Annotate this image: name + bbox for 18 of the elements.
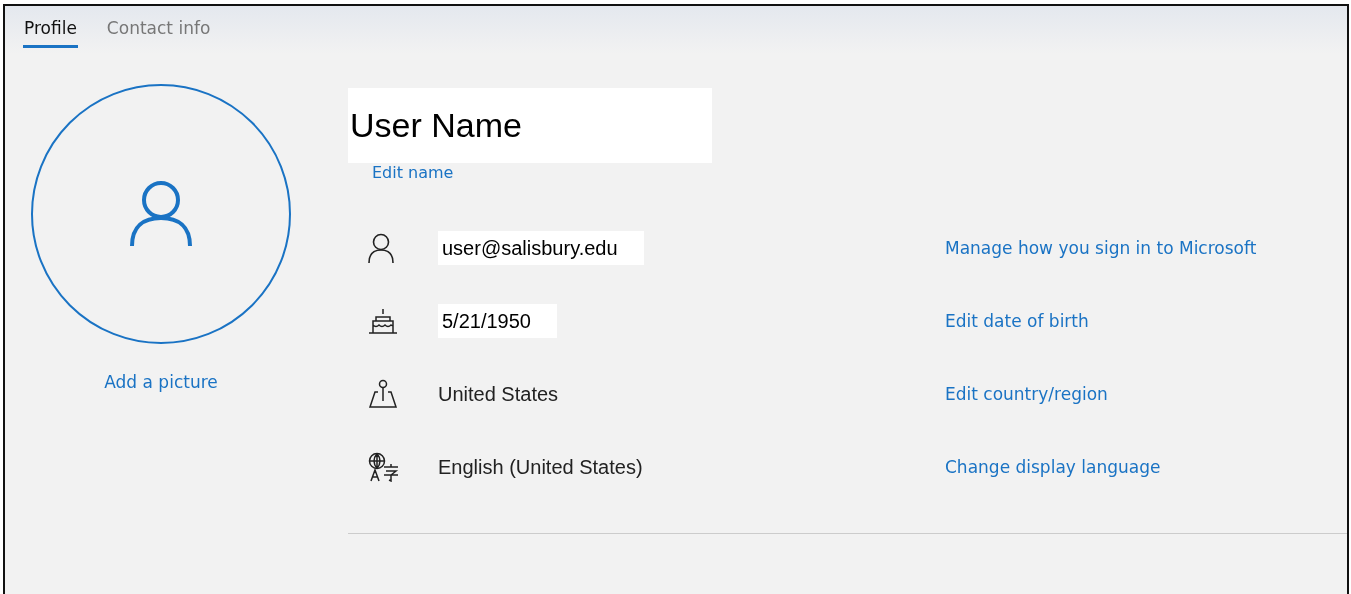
profile-link[interactable]: Edit date of birth [945, 311, 1089, 331]
profile-link[interactable]: Manage how you sign in to Microsoft [945, 238, 1257, 258]
user-name: User Name [348, 88, 712, 163]
cake-icon [368, 308, 398, 334]
tab[interactable]: Profile [23, 14, 78, 48]
language-icon [368, 452, 400, 482]
profile-link[interactable]: Edit country/region [945, 384, 1108, 404]
edit-name-link[interactable]: Edit name [372, 163, 1347, 182]
profile-value: United States [438, 381, 560, 407]
profile-value: English (United States) [438, 454, 644, 480]
tab[interactable]: Contact info [105, 14, 212, 48]
person-icon [368, 233, 394, 263]
profile-value: 5/21/1950 [438, 303, 557, 338]
profile-link[interactable]: Change display language [945, 457, 1161, 477]
person-icon [129, 180, 193, 248]
add-picture-link[interactable]: Add a picture [104, 372, 218, 392]
profile-value: user@salisbury.edu [438, 230, 644, 265]
map-pin-icon [368, 379, 398, 409]
